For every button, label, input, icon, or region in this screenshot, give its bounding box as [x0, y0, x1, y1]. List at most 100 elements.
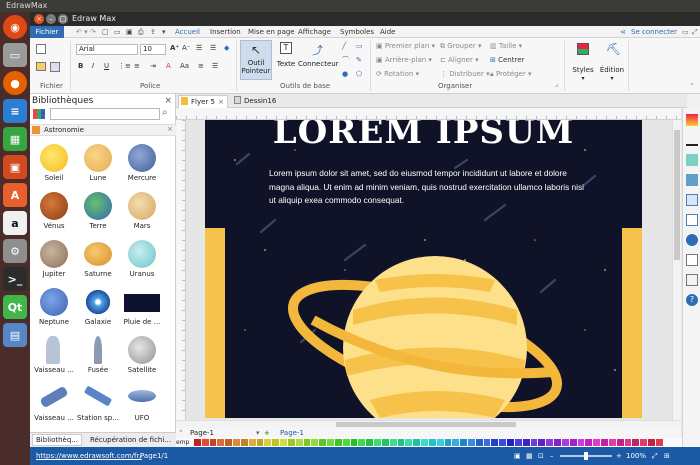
close-icon[interactable]: × — [218, 96, 224, 108]
color-swatch[interactable] — [256, 439, 264, 446]
website-link[interactable]: https://www.edrawsoft.com/fr/ — [36, 447, 142, 465]
color-swatch[interactable] — [280, 439, 287, 446]
zoom-out-icon[interactable]: – — [550, 447, 554, 465]
open-folder-icon[interactable] — [36, 62, 46, 71]
edition-button[interactable]: ⛏ Édition ▾ — [598, 40, 626, 84]
protect-button[interactable]: 🔒︎ Protéger ▾ — [490, 70, 532, 79]
color-swatch[interactable] — [522, 439, 530, 446]
color-swatch[interactable] — [217, 439, 225, 446]
quick-access-more-icon[interactable]: ▾ — [162, 26, 166, 38]
export-icon[interactable]: ⇪ — [150, 26, 156, 38]
tab-symboles[interactable]: Symboles — [340, 26, 374, 38]
horizontal-scrollbar[interactable] — [176, 420, 681, 428]
bullet-list-icon[interactable]: ⋮≡ — [118, 62, 131, 71]
color-swatch[interactable] — [201, 439, 209, 446]
color-swatch[interactable] — [334, 439, 342, 446]
color-swatch[interactable] — [608, 439, 616, 446]
bold-button[interactable]: B — [78, 62, 83, 71]
new-icon[interactable]: ▢ — [102, 26, 109, 38]
color-swatch[interactable] — [483, 439, 491, 446]
scroll-thumb[interactable] — [336, 422, 516, 427]
color-swatch[interactable] — [233, 439, 240, 446]
shape-venus[interactable]: Vénus — [32, 188, 76, 234]
color-swatch[interactable] — [295, 439, 303, 446]
shape-jupiter[interactable]: Jupiter — [32, 236, 76, 282]
chevron-down-icon[interactable]: ▾ — [42, 110, 45, 117]
search-icon[interactable]: ⌕ — [162, 107, 168, 118]
color-swatch[interactable] — [460, 439, 467, 446]
text-case-icon[interactable]: Aa — [180, 62, 189, 71]
color-swatch[interactable] — [303, 439, 311, 446]
align-justify-icon[interactable]: ☰ — [210, 44, 216, 53]
color-swatch[interactable] — [264, 439, 272, 446]
numbered-list-icon[interactable]: ≡ — [134, 62, 140, 71]
send-back-button[interactable]: ▣ Arrière-plan ▾ — [376, 56, 432, 65]
save-disk-icon[interactable] — [50, 62, 60, 72]
color-swatch[interactable] — [405, 439, 413, 446]
shape-station[interactable]: Station sp... — [76, 380, 120, 426]
tab-bibliotheques[interactable]: Bibliothèq... — [32, 434, 82, 446]
color-swatch[interactable] — [561, 439, 569, 446]
ellipse-tool-icon[interactable]: ● — [342, 70, 348, 79]
color-swatch[interactable] — [507, 439, 514, 446]
settings-icon[interactable]: ⚙ — [3, 239, 27, 263]
shape-vaisseau-1[interactable]: Vaisseau ... — [32, 332, 76, 378]
zoom-slider-handle[interactable] — [584, 452, 588, 460]
tab-insertion[interactable]: Insertion — [210, 26, 241, 38]
shadow-icon[interactable] — [686, 154, 698, 166]
tab-aide[interactable]: Aide — [380, 26, 395, 38]
color-swatch[interactable] — [655, 439, 663, 446]
minimize-icon[interactable]: – — [46, 14, 56, 24]
indent-icon[interactable]: ⇥ — [150, 62, 156, 71]
ubuntu-icon[interactable]: ◉ — [3, 15, 27, 39]
line-style-icon[interactable]: ≡ — [198, 62, 204, 71]
fill-color-icon[interactable]: ◆ — [224, 44, 229, 53]
text-tool-button[interactable]: T Texte — [274, 40, 298, 80]
color-swatch[interactable] — [319, 439, 327, 446]
shape-ufo[interactable]: UFO — [120, 380, 164, 426]
window-mode-icon[interactable]: ▭ — [682, 26, 689, 38]
color-swatch[interactable] — [616, 439, 624, 446]
shape-mercure[interactable]: Mercure — [120, 140, 164, 186]
line-tool-icon[interactable]: ╱ — [342, 42, 346, 51]
open-icon[interactable]: ▭ — [114, 26, 121, 38]
page-tab-active[interactable]: Page-1 — [280, 428, 304, 438]
color-swatch[interactable] — [648, 439, 655, 446]
image-icon[interactable] — [686, 174, 698, 186]
shrink-font-icon[interactable]: A⁻ — [182, 44, 190, 53]
color-swatch[interactable] — [381, 439, 389, 446]
align-text-icon[interactable]: ☰ — [212, 62, 218, 71]
color-swatch[interactable] — [444, 439, 452, 446]
color-swatch[interactable] — [632, 439, 640, 446]
color-swatch[interactable] — [248, 439, 256, 446]
print-icon[interactable]: ⎙ — [138, 26, 144, 38]
color-swatch[interactable] — [366, 439, 374, 446]
color-swatch[interactable] — [194, 439, 201, 446]
files-icon[interactable]: ▭ — [3, 43, 27, 67]
italic-button[interactable]: I — [92, 62, 94, 71]
amazon-icon[interactable]: a — [3, 211, 27, 235]
color-swatch[interactable] — [491, 439, 499, 446]
layers-icon[interactable] — [686, 194, 698, 206]
library-search-input[interactable] — [50, 108, 160, 120]
tab-recuperation[interactable]: Récupération de fichi... — [90, 435, 171, 446]
color-swatch[interactable] — [358, 439, 366, 446]
color-swatch[interactable] — [538, 439, 546, 446]
color-swatch[interactable] — [342, 439, 350, 446]
color-swatch[interactable] — [350, 439, 358, 446]
color-swatch[interactable] — [240, 439, 248, 446]
close-icon[interactable]: × — [164, 96, 172, 106]
zoom-slider[interactable] — [560, 452, 612, 460]
flyer-page[interactable]: LOREM IPSUM Lorem ipsum dolor sit amet, … — [205, 120, 642, 418]
page-selector[interactable]: Page-1 — [190, 428, 214, 438]
share-icon[interactable]: ⋖ — [620, 26, 626, 38]
color-swatch[interactable] — [585, 439, 593, 446]
vertical-scrollbar[interactable] — [672, 120, 681, 420]
color-swatch[interactable] — [436, 439, 444, 446]
page-list-icon[interactable]: ⌃ — [178, 428, 184, 438]
tab-flyer5[interactable]: Flyer 5 × — [178, 95, 228, 108]
color-swatch[interactable] — [225, 439, 233, 446]
color-swatch[interactable] — [546, 439, 554, 446]
expand-icon[interactable]: ⤢ — [692, 26, 698, 38]
color-swatch[interactable] — [287, 439, 295, 446]
